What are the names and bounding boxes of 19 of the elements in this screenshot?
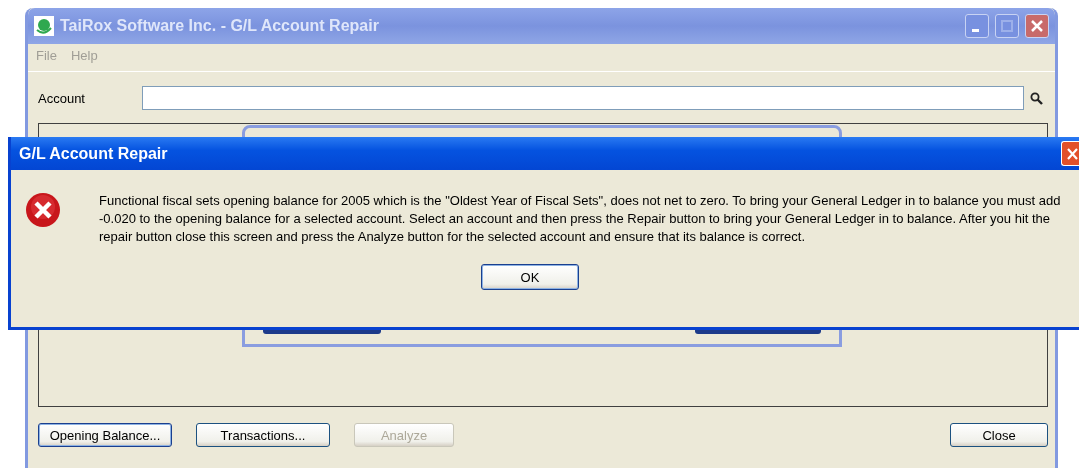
account-field[interactable] xyxy=(142,86,1024,110)
dialog-title: G/L Account Repair xyxy=(19,144,169,163)
app-logo-icon xyxy=(34,16,54,36)
minimize-icon xyxy=(972,28,979,32)
search-icon[interactable] xyxy=(1030,91,1043,105)
close-button[interactable]: Close xyxy=(950,423,1048,447)
close-button[interactable] xyxy=(1025,14,1049,38)
error-icon xyxy=(25,192,61,228)
action-button[interactable]: Opening Balance... xyxy=(38,423,172,447)
action-button[interactable]: Transactions... xyxy=(196,423,330,447)
window-title: TaiRox Software Inc. - G/L Account Repair xyxy=(60,17,380,35)
error-message: Functional fiscal sets opening balance for 2005 which is the "Oldest Year of Fiscal Sets", does not net to zero. To bring your General Ledger in to balance you must add -0.020 to the opening balance for a selected account. Select an account and then press the Repair button to bring your General Ledger in to balance. After you hit the repair button close this screen and press the Analyze button for the selected account and ensure that its balance is correct. xyxy=(99,192,1062,246)
maximize-icon xyxy=(1001,20,1013,32)
ok-button[interactable]: OK xyxy=(481,264,579,290)
maximize-button[interactable] xyxy=(995,14,1019,38)
account-label: Account xyxy=(38,90,86,106)
close-icon xyxy=(1067,146,1079,161)
close-icon xyxy=(1030,19,1044,33)
minimize-button[interactable] xyxy=(965,14,989,38)
